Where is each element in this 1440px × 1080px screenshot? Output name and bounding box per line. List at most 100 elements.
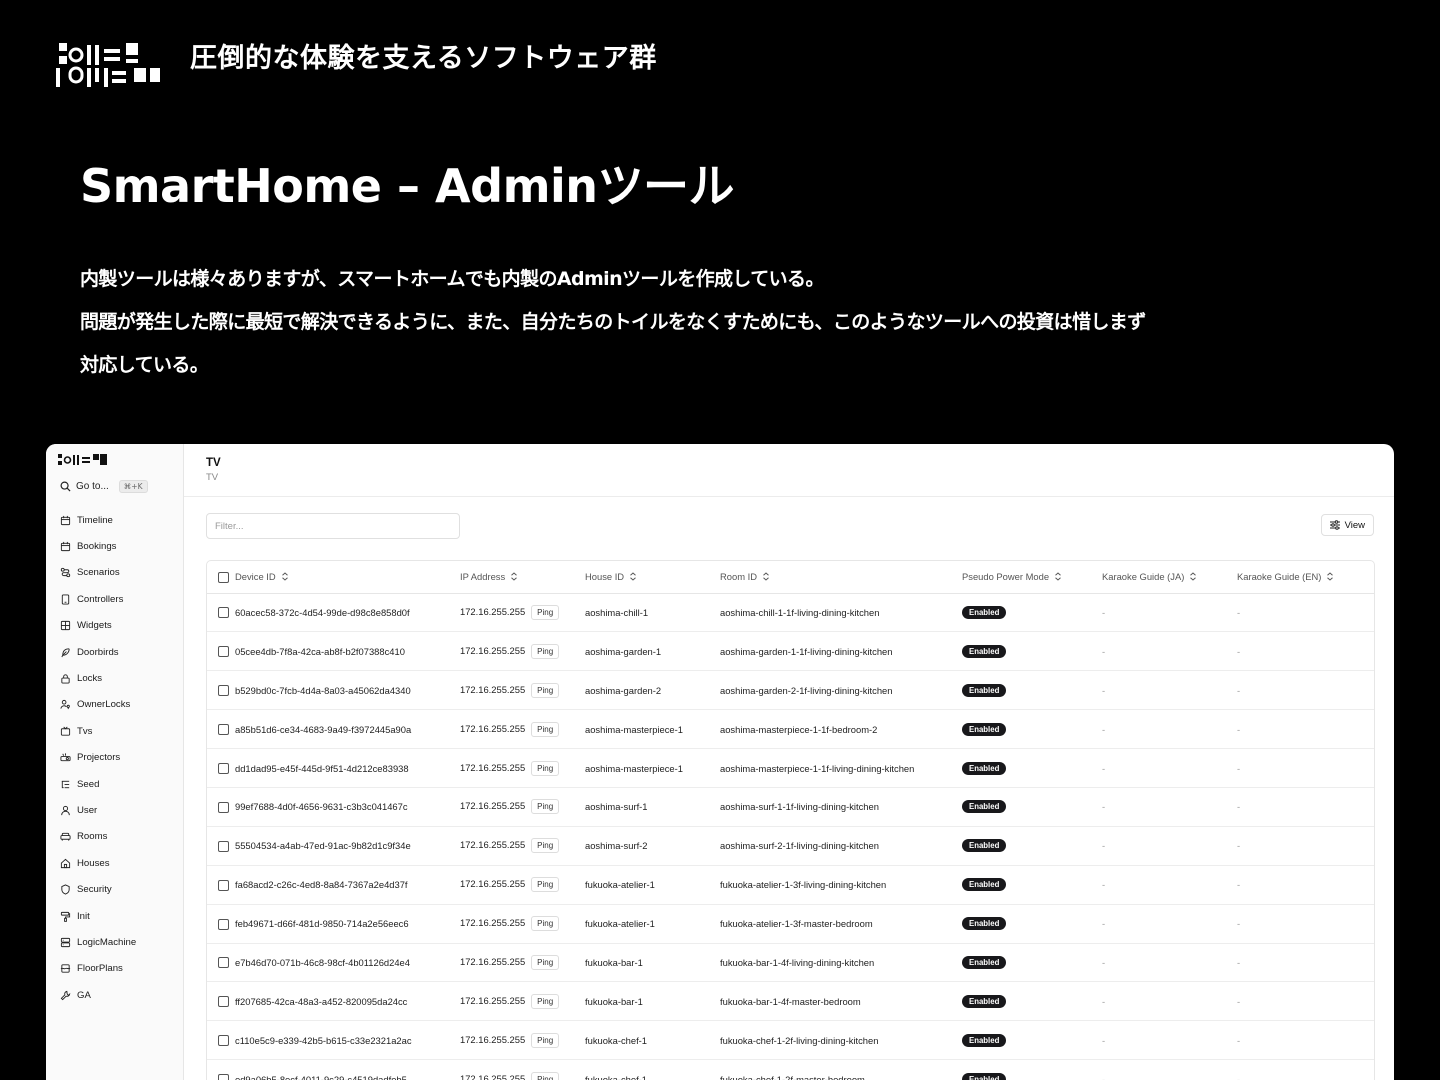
row-checkbox[interactable] bbox=[218, 918, 229, 930]
row-checkbox[interactable] bbox=[218, 996, 229, 1008]
filter-input[interactable] bbox=[206, 513, 460, 539]
ping-button[interactable]: Ping bbox=[531, 954, 560, 970]
row-checkbox[interactable] bbox=[218, 685, 229, 697]
column-label: Pseudo Power Mode bbox=[962, 571, 1050, 583]
power-mode-cell: Enabled bbox=[962, 593, 1102, 633]
table-row[interactable]: 60acec58-372c-4d54-99de-d98c8e858d0f 172.… bbox=[207, 593, 1374, 633]
sidebar-item-bookings[interactable]: Bookings bbox=[60, 533, 136, 559]
power-mode-cell: Enabled bbox=[962, 826, 1102, 866]
sidebar-item-timeline[interactable]: Timeline bbox=[60, 507, 136, 533]
sidebar-item-widgets[interactable]: Widgets bbox=[60, 613, 136, 639]
row-checkbox[interactable] bbox=[218, 646, 229, 658]
device-id-cell: 05cee4db-7f8a-42ca-ab8f-b2f07388c410 bbox=[229, 631, 460, 672]
table-row[interactable]: ff207685-42ca-48a3-a452-820095da24cc 172.… bbox=[207, 981, 1374, 1022]
sidebar-item-label: Doorbirds bbox=[77, 646, 119, 658]
select-all-checkbox[interactable] bbox=[218, 571, 229, 583]
sidebar-item-logicmachine[interactable]: LogicMachine bbox=[60, 929, 136, 955]
sidebar-item-seed[interactable]: Seed bbox=[60, 771, 136, 797]
power-mode-cell: Enabled bbox=[962, 631, 1102, 672]
row-checkbox[interactable] bbox=[218, 763, 229, 775]
ping-button[interactable]: Ping bbox=[531, 1032, 560, 1048]
table-row[interactable]: dd1dad95-e45f-445d-9f51-4d212ce83938 172.… bbox=[207, 748, 1374, 788]
sidebar-item-houses[interactable]: Houses bbox=[60, 850, 136, 876]
row-checkbox[interactable] bbox=[218, 840, 229, 852]
house-id-cell: fukuoka-chef-1 bbox=[585, 1059, 720, 1080]
ping-button[interactable]: Ping bbox=[531, 993, 560, 1009]
row-checkbox[interactable] bbox=[218, 724, 229, 736]
table-row[interactable]: c110e5c9-e339-42b5-b615-c33e2321a2ac 172.… bbox=[207, 1020, 1374, 1061]
row-checkbox[interactable] bbox=[218, 1035, 229, 1047]
view-button[interactable]: View bbox=[1320, 514, 1374, 536]
house-id-cell: aoshima-garden-1 bbox=[585, 631, 720, 672]
power-mode-cell: Enabled bbox=[962, 709, 1102, 750]
column-header-room-id[interactable]: Room ID bbox=[720, 561, 962, 594]
row-select-cell bbox=[207, 943, 229, 983]
table-row[interactable]: 05cee4db-7f8a-42ca-ab8f-b2f07388c410 172.… bbox=[207, 631, 1374, 672]
house-id-cell: aoshima-garden-2 bbox=[585, 670, 720, 711]
row-checkbox[interactable] bbox=[218, 607, 229, 619]
sidebar-item-projectors[interactable]: Projectors bbox=[60, 745, 136, 771]
sidebar-item-user[interactable]: User bbox=[60, 797, 136, 823]
room-id-cell: fukuoka-chef-1-2f-living-dining-kitchen bbox=[720, 1020, 962, 1061]
sidebar-item-init[interactable]: Init bbox=[60, 903, 136, 929]
column-label: Room ID bbox=[720, 571, 757, 583]
server-icon bbox=[60, 937, 71, 948]
ping-button[interactable]: Ping bbox=[531, 838, 560, 854]
device-id-cell: e7b46d70-071b-46c8-98cf-4b01126d24e4 bbox=[229, 943, 460, 983]
ping-button[interactable]: Ping bbox=[531, 604, 560, 620]
ping-button[interactable]: Ping bbox=[531, 682, 560, 698]
karaoke-ja-cell: - bbox=[1102, 670, 1237, 711]
row-select-cell bbox=[207, 981, 229, 1022]
row-checkbox[interactable] bbox=[218, 957, 229, 969]
sidebar-item-scenarios[interactable]: Scenarios bbox=[60, 560, 136, 586]
sidebar-item-security[interactable]: Security bbox=[60, 876, 136, 902]
table-row[interactable]: ed9a06b5-8ecf-4011-9c29-c4519dadfeb5 172.… bbox=[207, 1059, 1374, 1080]
sort-icon bbox=[1327, 572, 1334, 581]
sidebar-item-tvs[interactable]: Tvs bbox=[60, 718, 136, 744]
room-id-cell: fukuoka-bar-1-4f-master-bedroom bbox=[720, 981, 962, 1022]
table-row[interactable]: 55504534-a4ab-47ed-91ac-9b82d1c9f34e 172.… bbox=[207, 826, 1374, 866]
sidebar-item-locks[interactable]: Locks bbox=[60, 665, 136, 691]
sidebar-item-controllers[interactable]: Controllers bbox=[60, 586, 136, 612]
row-checkbox[interactable] bbox=[218, 1074, 229, 1080]
table-row[interactable]: b529bd0c-7fcb-4d4a-8a03-a45062da4340 172.… bbox=[207, 670, 1374, 711]
sofa-icon bbox=[60, 833, 71, 841]
ip-cell: 172.16.255.255 Ping bbox=[460, 593, 585, 633]
column-header-karaoke-guide-en[interactable]: Karaoke Guide (EN) bbox=[1237, 561, 1374, 594]
ip-address: 172.16.255.255 bbox=[460, 761, 526, 773]
sidebar-item-rooms[interactable]: Rooms bbox=[60, 824, 136, 850]
table-row[interactable]: fa68acd2-c26c-4ed8-8a84-7367a2e4d37f 172.… bbox=[207, 865, 1374, 905]
sidebar-item-ownerlocks[interactable]: OwnerLocks bbox=[60, 692, 136, 718]
sidebar-item-doorbirds[interactable]: Doorbirds bbox=[60, 639, 136, 665]
column-header-ip-address[interactable]: IP Address bbox=[460, 561, 585, 594]
row-checkbox[interactable] bbox=[218, 879, 229, 891]
sidebar-item-label: Tvs bbox=[77, 725, 93, 737]
table-row[interactable]: 99ef7688-4d0f-4656-9631-c3b3c041467c 172.… bbox=[207, 787, 1374, 827]
ping-button[interactable]: Ping bbox=[531, 1071, 560, 1080]
ping-button[interactable]: Ping bbox=[531, 721, 560, 737]
status-badge: Enabled bbox=[962, 839, 1007, 853]
table-row[interactable]: e7b46d70-071b-46c8-98cf-4b01126d24e4 172.… bbox=[207, 943, 1374, 983]
column-header-device-id[interactable]: Device ID bbox=[229, 561, 460, 594]
sidebar-item-floorplans[interactable]: FloorPlans bbox=[60, 956, 136, 982]
column-header-karaoke-guide-ja[interactable]: Karaoke Guide (JA) bbox=[1102, 561, 1237, 594]
column-label: Karaoke Guide (JA) bbox=[1102, 571, 1185, 583]
column-header-pseudo-power-mode[interactable]: Pseudo Power Mode bbox=[962, 561, 1102, 594]
app-logo[interactable] bbox=[58, 454, 108, 467]
ping-button[interactable]: Ping bbox=[531, 877, 560, 893]
ping-button[interactable]: Ping bbox=[531, 760, 560, 776]
sidebar-item-ga[interactable]: GA bbox=[60, 982, 136, 1008]
goto-command[interactable]: Go to... ⌘+K bbox=[60, 480, 148, 493]
ping-button[interactable]: Ping bbox=[531, 799, 560, 815]
ping-button[interactable]: Ping bbox=[531, 643, 560, 659]
ping-button[interactable]: Ping bbox=[531, 916, 560, 932]
ip-cell: 172.16.255.255 Ping bbox=[460, 1020, 585, 1061]
sidebar-item-label: Houses bbox=[77, 857, 110, 869]
power-mode-cell: Enabled bbox=[962, 943, 1102, 983]
table-row[interactable]: a85b51d6-ce34-4683-9a49-f3972445a90a 172.… bbox=[207, 709, 1374, 750]
route-icon bbox=[60, 568, 71, 578]
row-checkbox[interactable] bbox=[218, 801, 229, 813]
column-header-house-id[interactable]: House ID bbox=[585, 561, 720, 594]
table-row[interactable]: feb49671-d66f-481d-9850-714a2e56eec6 172.… bbox=[207, 904, 1374, 944]
row-select-cell bbox=[207, 748, 229, 788]
